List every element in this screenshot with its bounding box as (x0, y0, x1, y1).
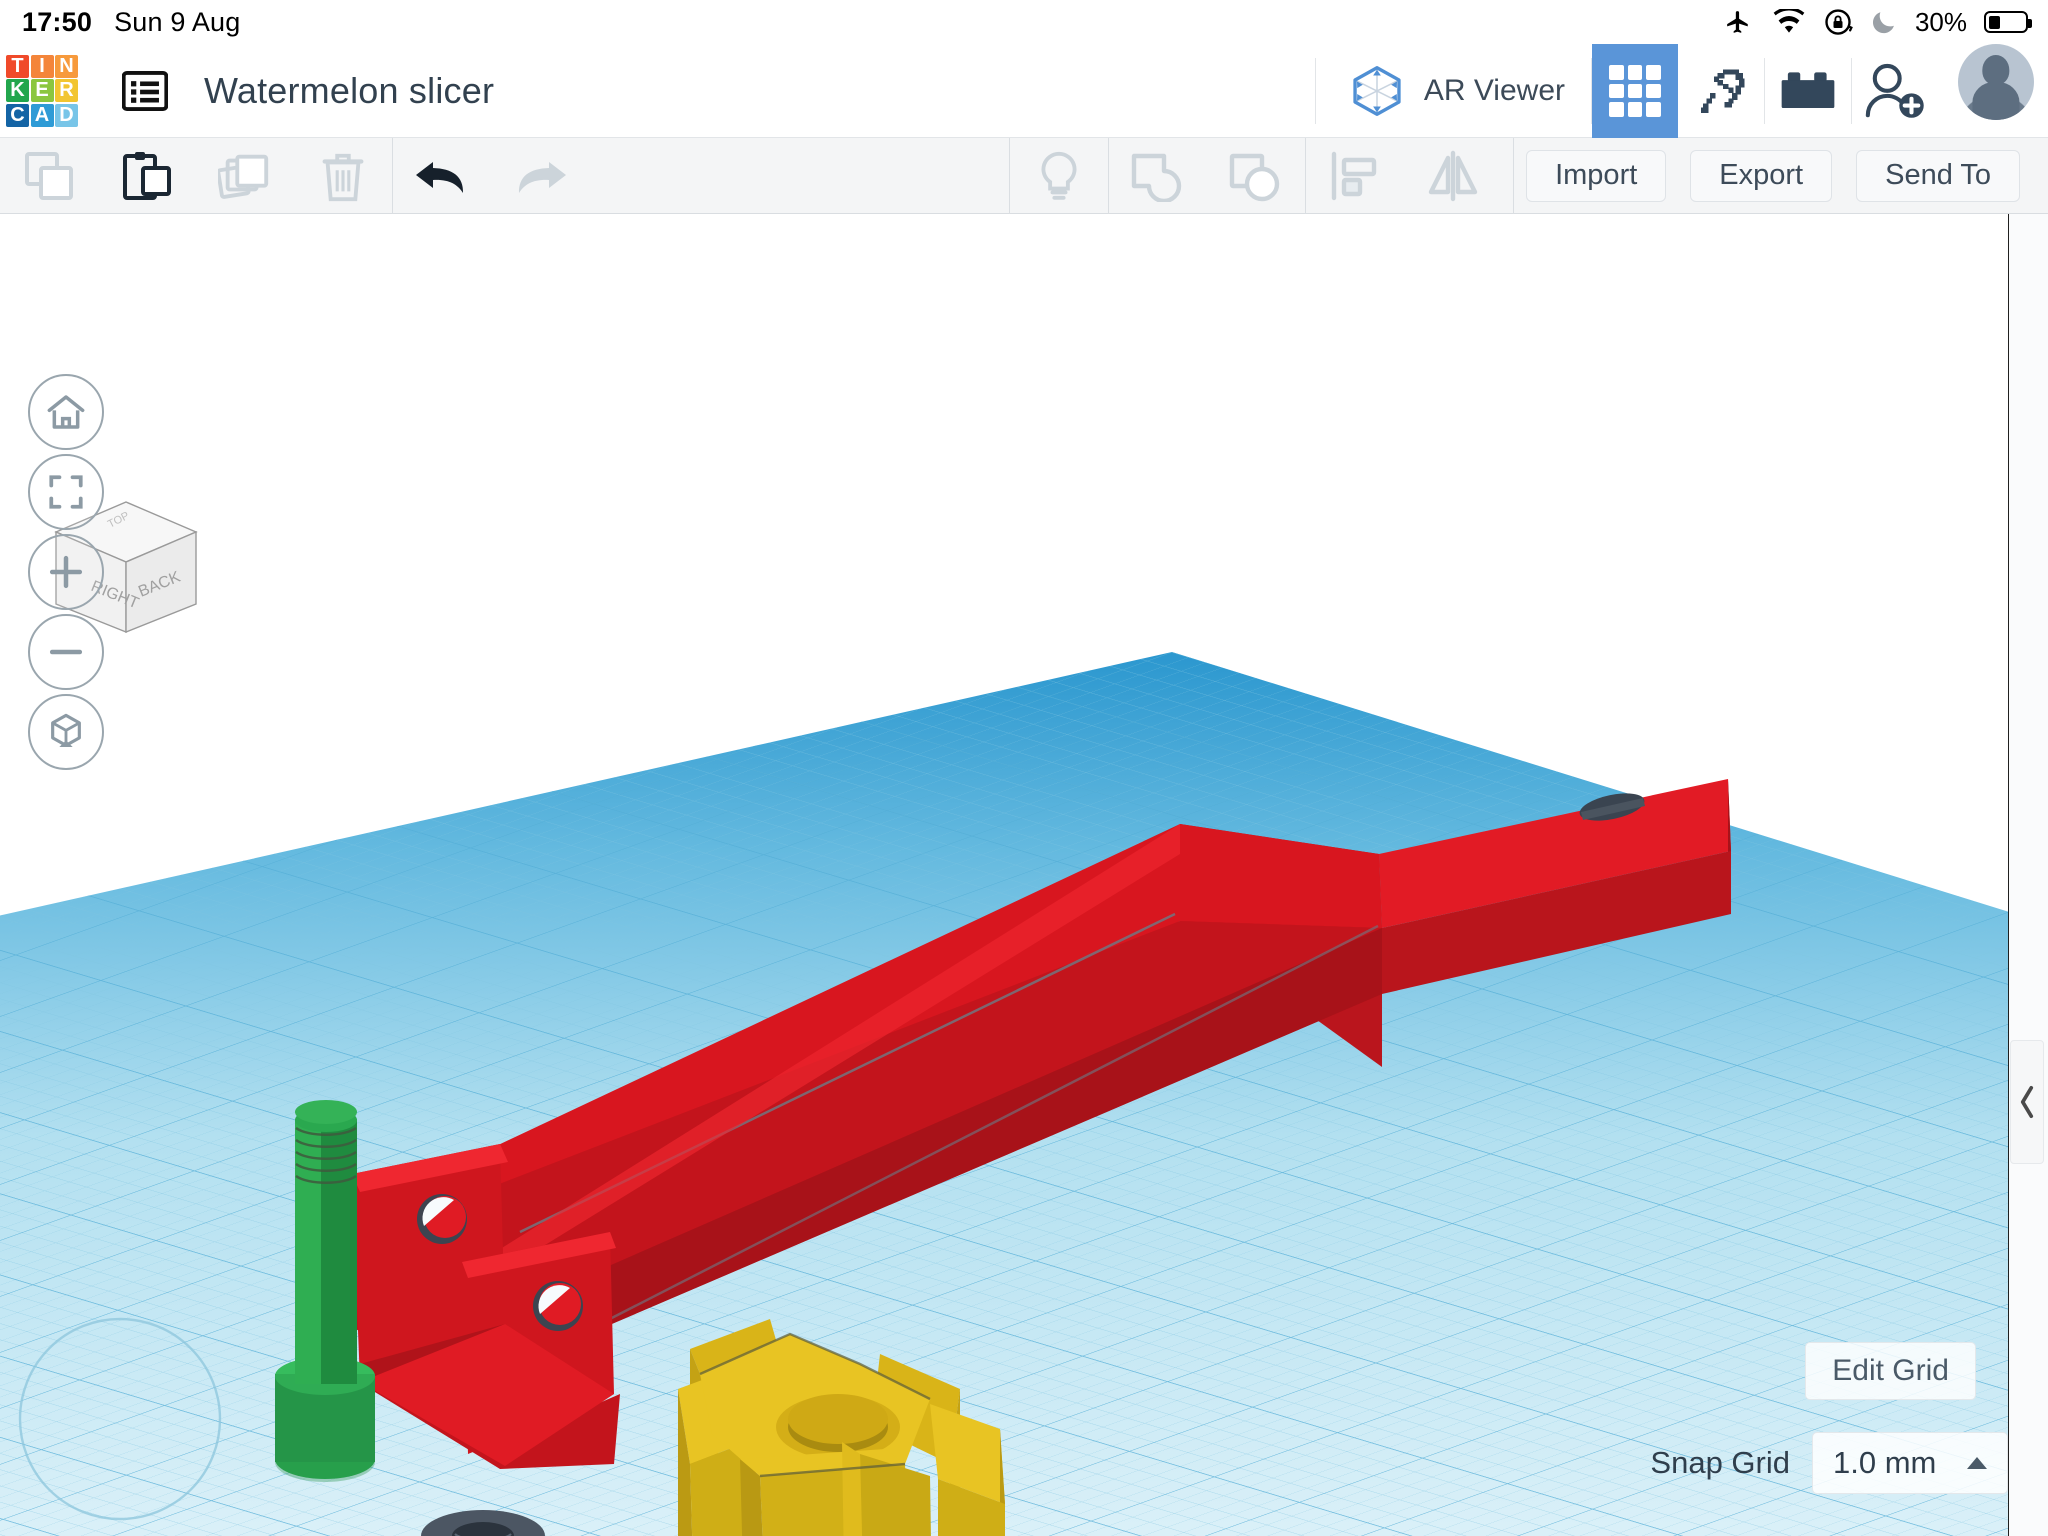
send-to-button[interactable]: Send To (1856, 150, 2020, 202)
minecraft-pickaxe-icon (1692, 62, 1750, 120)
logo-letter: N (55, 55, 78, 78)
trash-delete-icon (318, 149, 368, 203)
paste-icon (121, 150, 173, 202)
group-button[interactable] (1109, 138, 1207, 213)
delete-button[interactable] (294, 138, 392, 213)
duplicate-button[interactable] (196, 138, 294, 213)
fit-to-view-button[interactable] (28, 454, 104, 530)
status-bar-left: 17:50 Sun 9 Aug (22, 7, 240, 38)
user-avatar[interactable] (1958, 44, 2034, 120)
ar-viewer-label: AR Viewer (1424, 74, 1565, 108)
lightbulb-notes-icon (1035, 149, 1083, 203)
document-title[interactable]: Watermelon slicer (204, 70, 494, 112)
duplicate-icon (218, 150, 272, 202)
zoom-in-button[interactable] (28, 534, 104, 610)
caret-up-icon (1967, 1457, 1987, 1469)
view-aids-group (1010, 138, 1502, 213)
divider (1513, 138, 1514, 214)
tinkercad-logo[interactable]: T I N K E R C A D (6, 55, 78, 127)
ungroup-shapes-icon (1228, 150, 1284, 202)
file-actions-group: Import Export Send To (1513, 138, 2032, 214)
blocks-grid-icon (1609, 65, 1661, 117)
ar-cube-icon (1346, 60, 1408, 122)
status-time: 17:50 (22, 7, 92, 38)
cube-ortho-icon (46, 712, 86, 752)
logo-letter: I (31, 55, 54, 78)
history-group (393, 138, 589, 213)
fit-frame-icon (48, 474, 84, 510)
mirror-flip-icon (1425, 150, 1481, 202)
home-icon (46, 393, 86, 431)
expand-panel-button[interactable] (2010, 1040, 2044, 1164)
copy-icon (23, 150, 75, 202)
status-bar: 17:50 Sun 9 Aug 30% (0, 0, 2048, 44)
redo-button[interactable] (491, 138, 589, 213)
projection-toggle-button[interactable] (28, 694, 104, 770)
plus-icon (47, 553, 85, 591)
minecraft-button[interactable] (1678, 44, 1764, 138)
edit-toolbar: Import Export Send To (0, 138, 2048, 214)
mirror-button[interactable] (1404, 138, 1502, 213)
undo-button[interactable] (393, 138, 491, 213)
3d-viewport[interactable]: RIGHT BACK TOP Edit (0, 214, 2048, 1536)
app-header: T I N K E R C A D Watermelon slicer (0, 44, 2048, 138)
ungroup-button[interactable] (1207, 138, 1305, 213)
wifi-icon (1772, 9, 1806, 35)
status-bar-right: 30% (1721, 0, 2028, 44)
edit-grid-button[interactable]: Edit Grid (1805, 1342, 1976, 1400)
list-menu-icon[interactable] (122, 70, 168, 112)
logo-letter: A (31, 104, 54, 127)
align-icon (1328, 150, 1382, 202)
clipboard-group (0, 138, 392, 213)
battery-percent: 30% (1915, 7, 1967, 38)
logo-letter: D (55, 104, 78, 127)
header-right-group: AR Viewer (1315, 44, 2048, 138)
logo-letter: K (6, 79, 29, 102)
logo-letter: E (31, 79, 54, 102)
logo-letter: R (55, 79, 78, 102)
group-shapes-icon (1130, 150, 1186, 202)
undo-arrow-icon (412, 153, 472, 199)
right-panel-edge (2008, 214, 2048, 1536)
lego-button[interactable] (1765, 44, 1851, 138)
status-date: Sun 9 Aug (114, 7, 240, 38)
chevron-left-icon (2018, 1085, 2036, 1119)
snap-grid-value: 1.0 mm (1833, 1445, 1936, 1481)
add-person-icon (1862, 61, 1928, 121)
notes-button[interactable] (1010, 138, 1108, 213)
battery-icon (1984, 11, 2028, 33)
rotation-lock-icon (1823, 7, 1853, 37)
scene-render (0, 214, 2048, 1536)
logo-letter: T (6, 55, 29, 78)
copy-button[interactable] (0, 138, 98, 213)
home-view-button[interactable] (28, 374, 104, 450)
snap-grid-select[interactable]: 1.0 mm (1812, 1432, 2008, 1494)
export-button[interactable]: Export (1690, 150, 1832, 202)
minus-icon (47, 633, 85, 671)
airplane-mode-icon (1721, 9, 1755, 35)
lego-brick-icon (1777, 67, 1839, 115)
snap-grid-label: Snap Grid (1650, 1445, 1790, 1481)
blocks-view-button[interactable] (1592, 44, 1678, 138)
align-button[interactable] (1306, 138, 1404, 213)
import-button[interactable]: Import (1526, 150, 1666, 202)
redo-arrow-icon (510, 153, 570, 199)
zoom-out-button[interactable] (28, 614, 104, 690)
do-not-disturb-moon-icon (1870, 8, 1898, 36)
logo-letter: C (6, 104, 29, 127)
snap-grid-row: Snap Grid 1.0 mm (1650, 1432, 2008, 1494)
paste-button[interactable] (98, 138, 196, 213)
ar-viewer-button[interactable]: AR Viewer (1316, 44, 1591, 138)
invite-person-button[interactable] (1852, 44, 1938, 138)
